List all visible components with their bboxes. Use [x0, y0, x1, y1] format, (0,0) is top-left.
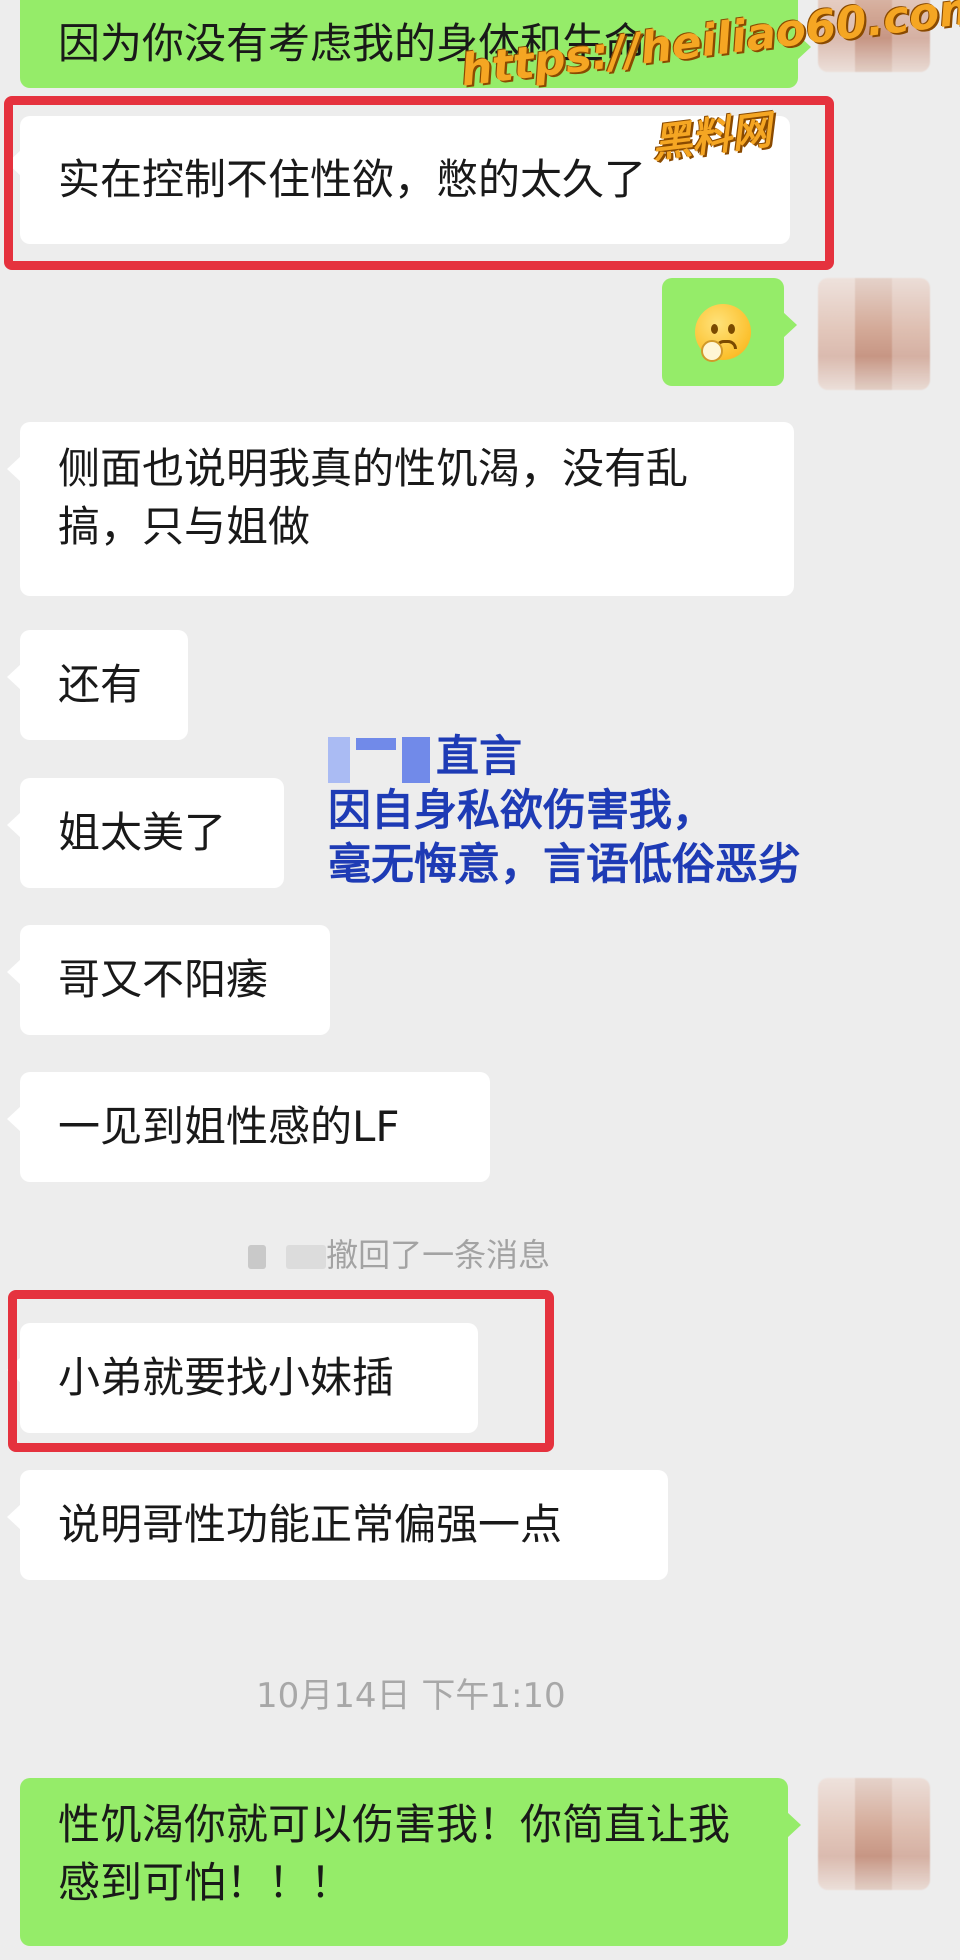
- message-text: 侧面也说明我真的性饥渴，没有乱搞，只与姐做: [58, 444, 689, 551]
- recall-notice: 撤回了一条消息: [248, 1230, 550, 1276]
- message-incoming-10[interactable]: 说明哥性功能正常偏强一点: [7, 1470, 668, 1580]
- message-text: 姐太美了: [58, 808, 227, 857]
- annotation-text: 直言: [436, 732, 522, 782]
- shy-emoji-icon: [695, 304, 751, 362]
- message-incoming-4[interactable]: 侧面也说明我真的性饥渴，没有乱搞，只与姐做: [7, 422, 794, 596]
- redacted-name: [328, 736, 350, 783]
- timestamp: 10月14日 下午1:10: [256, 1676, 566, 1716]
- avatar-self[interactable]: [818, 1778, 930, 1890]
- message-text: 一见到姐性感的LF: [58, 1102, 400, 1151]
- recall-text: 撤回了一条消息: [326, 1236, 551, 1274]
- redacted-name: [356, 738, 396, 750]
- message-incoming-5[interactable]: 还有: [7, 630, 188, 740]
- annotation-overlay: 直言 因自身私欲伤害我， 毫无悔意，言语低俗恶劣: [328, 730, 801, 892]
- redacted-name: [286, 1245, 327, 1269]
- avatar-self[interactable]: [818, 278, 930, 390]
- message-text: 说明哥性功能正常偏强一点: [58, 1500, 563, 1549]
- message-outgoing-11[interactable]: 性饥渴你就可以伤害我！你简直让我感到可怕！！！: [20, 1778, 801, 1946]
- message-text: 还有: [58, 660, 143, 709]
- message-text: 性饥渴你就可以伤害我！你简直让我感到可怕！！！: [58, 1800, 731, 1907]
- annotation-line-2: 因自身私欲伤害我，: [328, 786, 715, 836]
- redacted-name: [402, 736, 430, 783]
- message-outgoing-sticker[interactable]: [662, 278, 797, 386]
- annotation-line-3: 毫无悔意，言语低俗恶劣: [328, 840, 801, 890]
- annotation-line-1: 直言: [328, 730, 801, 784]
- highlight-box: [8, 1290, 554, 1452]
- message-incoming-7[interactable]: 哥又不阳痿: [7, 925, 330, 1035]
- message-incoming-8[interactable]: 一见到姐性感的LF: [7, 1072, 490, 1182]
- message-text: 哥又不阳痿: [58, 955, 269, 1004]
- message-incoming-6[interactable]: 姐太美了: [7, 778, 284, 888]
- redacted-name: [248, 1245, 266, 1269]
